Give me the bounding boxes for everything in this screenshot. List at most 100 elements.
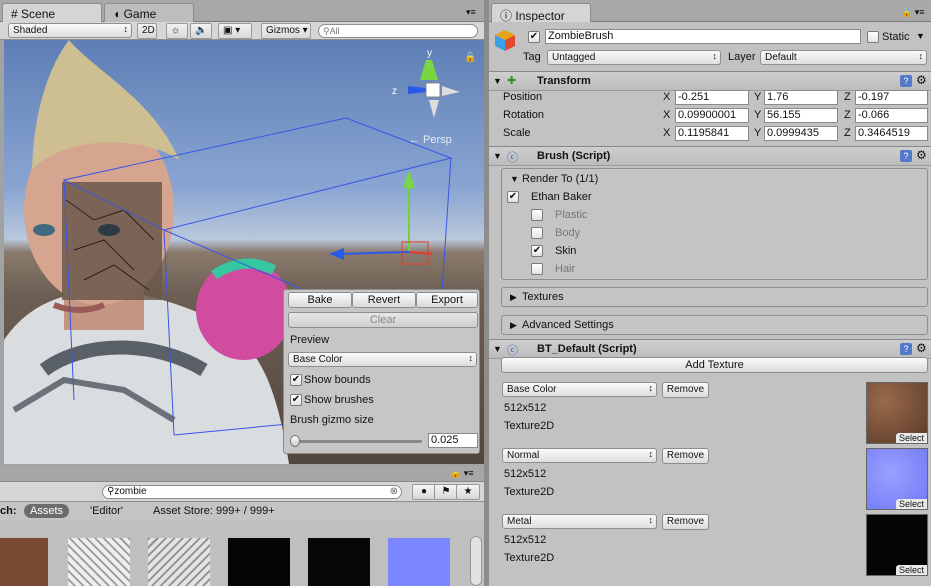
layer-dropdown[interactable]: Default	[760, 50, 927, 65]
filter-label-button[interactable]: ⚑	[434, 484, 458, 500]
project-scrollbar[interactable]	[470, 536, 482, 586]
position-y-field[interactable]: 1.76	[764, 90, 838, 105]
asset-thumb[interactable]	[68, 538, 130, 586]
body-checkbox[interactable]	[531, 227, 543, 239]
advanced-settings-foldout[interactable]: ▶ Advanced Settings	[501, 315, 928, 335]
scale-x-field[interactable]: 0.1195841	[675, 126, 749, 141]
tag-dropdown[interactable]: Untagged	[547, 50, 721, 65]
export-button[interactable]: Export	[416, 292, 478, 308]
texture-channel-dropdown[interactable]: Base Color	[502, 382, 657, 397]
gizmo-size-slider-thumb[interactable]	[290, 435, 300, 447]
gizmo-x-axis	[408, 251, 433, 255]
effects-toggle[interactable]: ▣ ▾	[218, 23, 252, 39]
position-z-field[interactable]: -0.197	[855, 90, 928, 105]
texture-thumbnail[interactable]: Select	[866, 448, 928, 510]
help-icon[interactable]: ?	[900, 343, 912, 355]
add-texture-button[interactable]: Add Texture	[501, 357, 928, 373]
project-search[interactable]: ⚲zombie ⊗	[102, 485, 402, 499]
texture-thumbnail[interactable]: Select	[866, 514, 928, 576]
clear-search-icon[interactable]: ⊗	[390, 486, 398, 498]
position-x-field[interactable]: -0.251	[675, 90, 749, 105]
rotation-y-field[interactable]: 56.155	[764, 108, 838, 123]
texture-thumbnail[interactable]: Select	[866, 382, 928, 444]
scale-y-field[interactable]: 0.0999435	[764, 126, 838, 141]
scene-search[interactable]: ⚲All	[318, 24, 478, 38]
brush-script-header[interactable]: ▼ ⓒ Brush (Script) ? ⚙	[489, 146, 931, 166]
layer-label: Layer	[728, 51, 756, 63]
favorite-button[interactable]: ★	[456, 484, 480, 500]
axis-z-label: Z	[844, 127, 851, 139]
tab-scene[interactable]: # Scene	[2, 3, 102, 22]
rotation-x-field[interactable]: 0.09900001	[675, 108, 749, 123]
static-checkbox[interactable]	[867, 31, 879, 43]
lighting-toggle[interactable]: ☼	[166, 23, 188, 39]
preview-mode-dropdown[interactable]: Base Color	[288, 352, 477, 367]
gear-icon[interactable]: ⚙	[916, 341, 927, 355]
object-active-checkbox[interactable]	[528, 31, 540, 43]
foldout-open-icon[interactable]: ▼	[493, 151, 502, 161]
rotation-z-field[interactable]: -0.066	[855, 108, 928, 123]
plastic-checkbox[interactable]	[531, 209, 543, 221]
asset-thumb[interactable]	[148, 538, 210, 586]
gear-icon[interactable]: ⚙	[916, 148, 927, 162]
asset-thumb[interactable]	[388, 538, 450, 586]
asset-thumb[interactable]	[0, 538, 48, 586]
clear-button[interactable]: Clear	[288, 312, 478, 328]
transform-header[interactable]: ▼ ✚ Transform ? ⚙	[489, 71, 931, 91]
foldout-open-icon[interactable]: ▼	[493, 76, 502, 86]
show-brushes-checkbox[interactable]	[290, 394, 302, 406]
foldout-closed-icon: ▶	[510, 292, 517, 302]
skin-checkbox[interactable]	[531, 245, 543, 257]
filter-assets[interactable]: Assets	[24, 504, 70, 518]
window-menu-icon[interactable]: ▾≡	[466, 7, 476, 18]
tab-game[interactable]: ◖ Game	[104, 3, 194, 22]
help-icon[interactable]: ?	[900, 150, 912, 162]
gizmo-size-slider-track[interactable]	[292, 440, 422, 443]
select-texture-button[interactable]: Select	[895, 433, 927, 443]
texture-channel-dropdown[interactable]: Normal	[502, 448, 657, 463]
show-bounds-checkbox[interactable]	[290, 374, 302, 386]
position-label: Position	[503, 91, 543, 103]
gear-icon[interactable]: ⚙	[916, 73, 927, 87]
scale-z-field[interactable]: 0.3464519	[855, 126, 928, 141]
hair-checkbox[interactable]	[531, 263, 543, 275]
bake-button[interactable]: Bake	[288, 292, 352, 308]
persp-label[interactable]: ← Persp	[409, 134, 452, 146]
remove-texture-button[interactable]: Remove	[662, 382, 709, 398]
help-icon[interactable]: ?	[900, 75, 912, 87]
asset-thumb[interactable]	[228, 538, 290, 586]
gizmos-dropdown[interactable]: Gizmos ▾	[261, 23, 311, 39]
game-object-icon	[493, 28, 517, 52]
shading-mode-dropdown[interactable]: Shaded	[8, 23, 132, 38]
2d-toggle[interactable]: 2D	[137, 23, 157, 39]
static-dropdown-arrow[interactable]: ▼	[916, 31, 925, 41]
filter-type-button[interactable]: ●	[412, 484, 436, 500]
revert-button[interactable]: Revert	[352, 292, 416, 308]
filter-editor[interactable]: 'Editor'	[90, 505, 123, 517]
textures-foldout[interactable]: ▶ Textures	[501, 287, 928, 307]
remove-texture-button[interactable]: Remove	[662, 448, 709, 464]
zombie-texture-patch	[62, 182, 162, 300]
bt-default-header[interactable]: ▼ ⓒ BT_Default (Script) ? ⚙	[489, 339, 931, 359]
render-to-label[interactable]: Render To (1/1)	[522, 173, 598, 185]
object-name-field[interactable]: ZombieBrush	[545, 29, 861, 44]
asset-thumb[interactable]	[308, 538, 370, 586]
window-menu-icon[interactable]: 🔒 ▾≡	[450, 468, 473, 479]
info-icon: ⓘ	[500, 9, 513, 23]
gizmo-z-axis	[338, 251, 410, 255]
remove-texture-button[interactable]: Remove	[662, 514, 709, 530]
tab-inspector[interactable]: ⓘ Inspector	[491, 3, 591, 23]
owner-checkbox[interactable]	[507, 191, 519, 203]
select-texture-button[interactable]: Select	[895, 499, 927, 509]
filter-asset-store[interactable]: Asset Store: 999+ / 999+	[153, 505, 275, 517]
texture-channel-dropdown[interactable]: Metal	[502, 514, 657, 529]
axis-x-label: X	[663, 91, 671, 103]
sun-icon: ☼	[171, 25, 181, 36]
pink-helmet	[196, 260, 292, 360]
foldout-open-icon[interactable]: ▼	[493, 344, 502, 354]
audio-toggle[interactable]: 🔈	[190, 23, 212, 39]
foldout-open-icon[interactable]: ▼	[510, 174, 519, 184]
gizmo-size-field[interactable]: 0.025	[428, 433, 478, 448]
select-texture-button[interactable]: Select	[895, 565, 927, 575]
window-menu-icon[interactable]: 🔒 ▾≡	[901, 7, 924, 18]
